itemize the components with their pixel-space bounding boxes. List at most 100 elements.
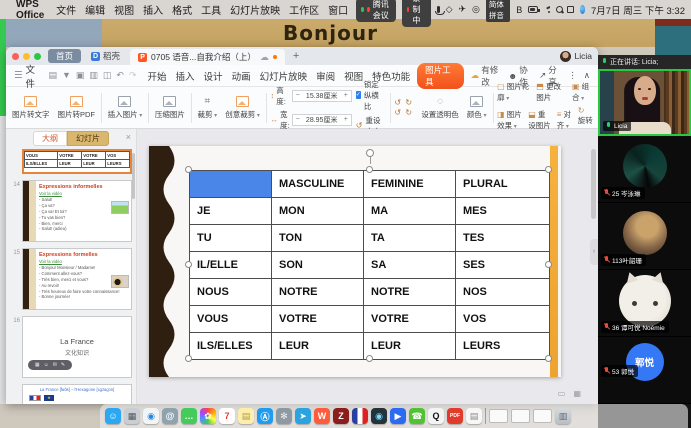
- input-method-badge[interactable]: 简体拼音: [486, 0, 510, 22]
- picture-tools-tab[interactable]: 图片工具: [417, 63, 464, 89]
- dock-item-tencent-meeting[interactable]: ▶: [390, 408, 406, 424]
- table-cell[interactable]: VOTRE: [272, 306, 364, 333]
- table-cell[interactable]: TU: [190, 225, 272, 252]
- table-cell[interactable]: LEURS: [456, 333, 550, 360]
- crop-button[interactable]: ⌗ 裁剪 ▾: [196, 96, 220, 120]
- width-value[interactable]: 28.95厘米: [303, 115, 341, 125]
- dock-item-qq[interactable]: Q: [428, 408, 444, 424]
- dock-item-mail[interactable]: @: [162, 408, 178, 424]
- menu-item[interactable]: 文件: [56, 2, 76, 17]
- table-cell[interactable]: ILS/ELLES: [190, 333, 272, 360]
- panel-collapse-handle[interactable]: ‹: [590, 239, 598, 265]
- account-area[interactable]: Licia: [560, 51, 592, 62]
- tab-slides[interactable]: 幻灯片: [67, 131, 109, 146]
- picture-outline-button[interactable]: ▢ 图片轮廓 ▾: [497, 81, 530, 103]
- spotlight-icon[interactable]: [556, 6, 561, 14]
- decrement-button[interactable]: −: [293, 92, 303, 99]
- bluetooth-icon[interactable]: B: [516, 5, 522, 15]
- file-menu-button[interactable]: ☰ 文件: [14, 62, 41, 90]
- meeting-status-badge[interactable]: 腾讯会议: [356, 0, 395, 22]
- participant-tile-3[interactable]: 113叶韶珊: [598, 203, 691, 270]
- menu-item[interactable]: 插入: [176, 69, 195, 83]
- table-cell[interactable]: SON: [272, 252, 364, 279]
- flip-h-icon[interactable]: ↺: [394, 108, 404, 117]
- cube-icon[interactable]: ◇: [446, 4, 453, 15]
- align-button[interactable]: ≡ 对齐 ▾: [557, 109, 572, 131]
- print-icon[interactable]: ▥: [89, 70, 98, 81]
- floating-toolbar[interactable]: ▦ ☺ ✉ ✎: [28, 360, 72, 370]
- table-cell[interactable]: NOTRE: [364, 279, 456, 306]
- group-button[interactable]: ▣ 组合 ▾: [572, 81, 594, 103]
- slide-thumbnail-14[interactable]: Expressions informelles Voir la vidéo - …: [22, 180, 132, 242]
- decrement-button[interactable]: −: [293, 116, 303, 123]
- dock-item-safari[interactable]: ◉: [143, 408, 159, 424]
- paperplane-icon[interactable]: ✈: [458, 4, 466, 15]
- slide-thumbnail-15[interactable]: Expressions formelles Voir la vidéo - Bo…: [22, 248, 132, 310]
- battery-icon[interactable]: [528, 6, 537, 13]
- table-cell[interactable]: SA: [364, 252, 456, 279]
- recording-badge[interactable]: 录制中: [402, 0, 432, 27]
- selection-handle[interactable]: [545, 166, 552, 173]
- open-icon[interactable]: ▼: [62, 70, 71, 81]
- slide-thumbnail-16[interactable]: La France 文化知识 ▦ ☺ ✉ ✎: [22, 316, 132, 378]
- close-window-button[interactable]: [12, 53, 19, 60]
- menu-item[interactable]: 开始: [148, 69, 167, 83]
- dock-item-wechat[interactable]: ☎: [409, 408, 425, 424]
- menu-item[interactable]: 窗口: [328, 2, 348, 17]
- minimize-window-button[interactable]: [23, 53, 30, 60]
- table-cell[interactable]: VOTRE: [364, 306, 456, 333]
- creative-crop-button[interactable]: 创意裁剪 ▾: [223, 96, 262, 120]
- height-input[interactable]: − 15.38厘米 +: [292, 90, 352, 102]
- new-icon[interactable]: ▤: [48, 70, 57, 81]
- slide-thumbnail-current[interactable]: VOUSVOTRE VOTREVOS ILS/ELLESLEUR LEURLEU…: [22, 149, 132, 174]
- color-button[interactable]: 颜色 ▾: [465, 96, 489, 120]
- table-cell[interactable]: MA: [364, 198, 456, 225]
- table-cell[interactable]: VOUS: [190, 306, 272, 333]
- menu-item[interactable]: 动画: [232, 69, 251, 83]
- menu-item[interactable]: 设计: [204, 69, 223, 83]
- participant-tile-5[interactable]: 郭悦 53 郭悦: [598, 337, 691, 404]
- table-cell[interactable]: MES: [456, 198, 550, 225]
- slide-thumbnail-17[interactable]: La France [fʁɑ̃s] – l'Hexagone [ɛɡzaɡɔn]…: [22, 384, 132, 404]
- table-cell[interactable]: TON: [272, 225, 364, 252]
- display-icon[interactable]: [567, 6, 574, 13]
- participant-tile-licia[interactable]: Licia: [598, 69, 691, 136]
- dock-item-calendar[interactable]: 7: [219, 408, 235, 424]
- compress-image-button[interactable]: 压缩图片: [153, 96, 187, 120]
- table-cell[interactable]: TA: [364, 225, 456, 252]
- table-cell[interactable]: SES: [456, 252, 550, 279]
- target-icon[interactable]: ◎: [472, 4, 480, 15]
- table-header-cell[interactable]: MASCULINE: [272, 171, 364, 198]
- increment-button[interactable]: +: [341, 92, 351, 99]
- table-header-cell[interactable]: [190, 171, 272, 198]
- canvas-scrollbar[interactable]: [591, 149, 596, 219]
- selection-handle[interactable]: [545, 261, 552, 268]
- menu-item[interactable]: 插入: [143, 2, 163, 17]
- table-cell[interactable]: NOUS: [190, 279, 272, 306]
- selection-handle[interactable]: [185, 355, 192, 362]
- dock-item-app-store[interactable]: Ⓐ: [257, 408, 273, 424]
- table-cell[interactable]: VOS: [456, 306, 550, 333]
- reset-picture-button[interactable]: ⬓ 重设图片: [528, 109, 551, 131]
- dock-item-trash[interactable]: ▥: [555, 408, 571, 424]
- collapse-ribbon-icon[interactable]: ∧: [584, 70, 590, 81]
- flip-v-icon[interactable]: ↻: [405, 108, 415, 117]
- tab-document[interactable]: P 0705 语音...自我介绍（上） ☁: [130, 49, 285, 65]
- table-cell[interactable]: LEUR: [272, 333, 364, 360]
- lock-ratio-checkbox[interactable]: ✓ 锁定纵横比: [356, 79, 386, 112]
- change-picture-button[interactable]: ⬒ 更改图片: [536, 81, 566, 103]
- table-cell[interactable]: IL/ELLE: [190, 252, 272, 279]
- menu-item[interactable]: 视图: [114, 2, 134, 17]
- dock-item-messages[interactable]: …: [181, 408, 197, 424]
- participant-tile-4[interactable]: 36 谭可悦 Noémie: [598, 270, 691, 337]
- menu-item[interactable]: 工具: [201, 2, 221, 17]
- dock-item-launchpad[interactable]: ▦: [124, 408, 140, 424]
- table-header-cell[interactable]: FEMININE: [364, 171, 456, 198]
- menubar-clock[interactable]: 7月7日 周三 下午 3:32: [591, 3, 685, 17]
- dock-item-settings[interactable]: ✻: [276, 408, 292, 424]
- table-cell[interactable]: NOTRE: [272, 279, 364, 306]
- redo-icon[interactable]: ↷: [129, 70, 137, 81]
- sidebar-scrollbar[interactable]: [132, 153, 135, 199]
- dock-item-finder[interactable]: ☺: [105, 408, 121, 424]
- dock-minimized-window[interactable]: [489, 409, 508, 423]
